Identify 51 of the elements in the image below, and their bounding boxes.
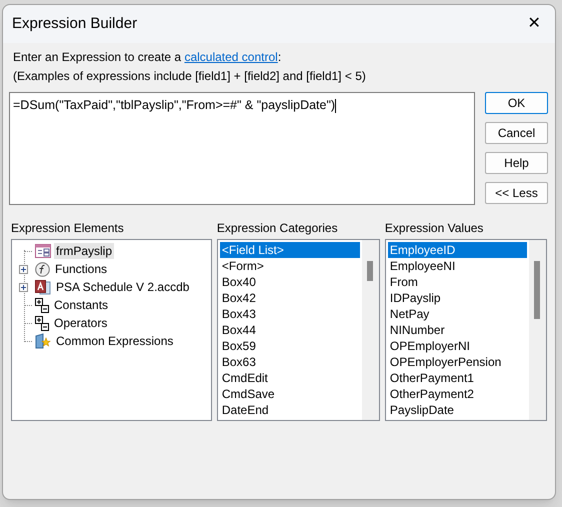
list-item[interactable]: EmployeeID bbox=[388, 242, 527, 258]
list-item[interactable]: NetPay bbox=[388, 306, 527, 322]
tree-item[interactable]: PSA Schedule V 2.accdb bbox=[54, 279, 192, 295]
tree-item[interactable]: Operators bbox=[52, 315, 110, 331]
section-label: Expression Elements bbox=[11, 221, 125, 236]
dialog-button[interactable]: OK bbox=[485, 92, 548, 114]
plus-minus-icon bbox=[35, 298, 49, 312]
calculated-control-link[interactable]: calculated control bbox=[184, 50, 278, 64]
list-item[interactable]: OtherPayment2 bbox=[388, 386, 527, 402]
list-item[interactable]: IDPayslip bbox=[388, 290, 527, 306]
window-title: Expression Builder bbox=[12, 14, 138, 34]
list-item[interactable]: OPEmployerNI bbox=[388, 338, 527, 354]
list-item[interactable]: Box59 bbox=[220, 338, 360, 354]
tree-item[interactable]: Common Expressions bbox=[54, 333, 176, 349]
instruction-text: Enter an Expression to create a calculated control: bbox=[13, 49, 282, 66]
dialog-button[interactable]: << Less bbox=[485, 182, 548, 204]
section-label: Expression Values bbox=[384, 221, 484, 236]
dialog-button[interactable]: Cancel bbox=[485, 122, 548, 144]
list-item[interactable]: OtherPayment1 bbox=[388, 370, 527, 386]
list-item[interactable]: From bbox=[388, 274, 527, 290]
expression-field[interactable]: =DSum("TaxPaid","tblPayslip","From>=#" & "payslipDate") bbox=[9, 92, 475, 205]
list-item[interactable]: OPEmployerPension bbox=[388, 354, 527, 370]
dialog-button[interactable]: Help bbox=[485, 152, 548, 174]
function-icon bbox=[35, 262, 50, 276]
list-item[interactable]: CmdSave bbox=[220, 386, 360, 402]
scrollbar-thumb[interactable] bbox=[366, 261, 373, 281]
list-item[interactable]: Box63 bbox=[220, 354, 360, 370]
expand-toggle[interactable] bbox=[19, 264, 28, 274]
list-item[interactable]: DateEnd bbox=[220, 402, 360, 418]
plus-minus-icon bbox=[35, 316, 49, 330]
list-item[interactable]: PayslipDate bbox=[388, 402, 527, 418]
database-icon bbox=[35, 280, 51, 294]
close-button[interactable]: ✕ bbox=[519, 11, 549, 37]
book-star-icon bbox=[35, 333, 51, 349]
tree-item[interactable]: frmPayslip bbox=[54, 243, 114, 259]
list-item[interactable]: Box44 bbox=[220, 322, 360, 338]
list-item[interactable]: <Form> bbox=[220, 258, 360, 274]
expand-toggle[interactable] bbox=[19, 282, 28, 292]
list-item[interactable]: Box40 bbox=[220, 274, 360, 290]
list-item[interactable]: NINumber bbox=[388, 322, 527, 338]
examples-text: (Examples of expressions include [field1] + [field2] and [field1] < 5) bbox=[13, 68, 367, 85]
tree-item[interactable]: Functions bbox=[53, 261, 110, 277]
section-label: Expression Categories bbox=[216, 221, 339, 236]
form-icon bbox=[35, 244, 51, 258]
list-item[interactable]: Box43 bbox=[220, 306, 360, 322]
list-item[interactable]: CmdEdit bbox=[220, 370, 360, 386]
tree-item[interactable]: Constants bbox=[52, 297, 110, 313]
scrollbar-thumb[interactable] bbox=[534, 261, 540, 319]
list-item[interactable]: <Field List> bbox=[220, 242, 360, 258]
list-item[interactable]: EmployeeNI bbox=[388, 258, 527, 274]
list-item[interactable]: Box42 bbox=[220, 290, 360, 306]
